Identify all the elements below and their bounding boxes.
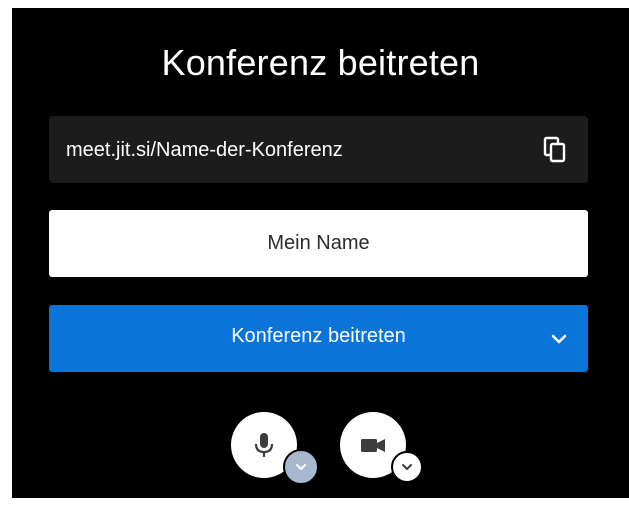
video-camera-icon: [361, 439, 385, 452]
copy-url-button[interactable]: [542, 136, 570, 164]
name-input[interactable]: [49, 210, 588, 277]
join-conference-button[interactable]: Konferenz beitreten: [49, 305, 588, 372]
chevron-down-icon: [296, 464, 306, 470]
join-dialog: Konferenz beitreten meet.jit.si/Name-der…: [12, 8, 629, 498]
microphone-icon: [254, 433, 274, 457]
join-conference-label: Konferenz beitreten: [231, 325, 406, 347]
copy-icon: [543, 136, 566, 163]
chevron-down-icon: [402, 464, 412, 470]
meeting-url-box: meet.jit.si/Name-der-Konferenz: [49, 116, 588, 183]
microphone-options-button[interactable]: [283, 449, 319, 485]
meeting-url: meet.jit.si/Name-der-Konferenz: [66, 139, 343, 161]
dialog-title: Konferenz beitreten: [161, 42, 480, 83]
chevron-down-icon[interactable]: [550, 330, 568, 348]
camera-options-button[interactable]: [391, 451, 423, 483]
